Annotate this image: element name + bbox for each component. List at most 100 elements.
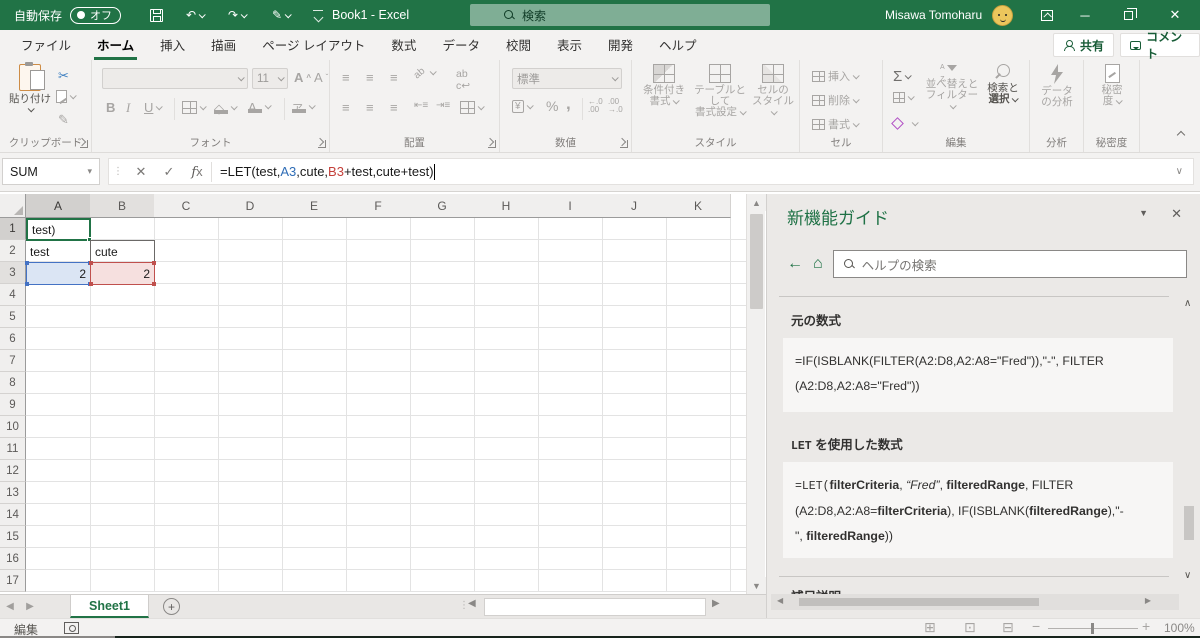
sensitivity-button[interactable]: 秘密度 [1092, 64, 1132, 107]
add-sheet-button[interactable]: + [163, 598, 180, 615]
horizontal-scrollbar[interactable] [484, 598, 706, 616]
cell-A3[interactable]: 2 [25, 261, 92, 286]
paste-button[interactable]: 貼り付け [8, 62, 52, 113]
clipboard-dialog-launcher[interactable] [79, 139, 88, 148]
worksheet-grid[interactable]: A B C D E F G H I J K 1 2 3 4 5 6 7 8 9 10 11 12 13 14 15 16 17 test… [0, 194, 746, 594]
confirm-entry-button[interactable]: ✓ [155, 164, 183, 180]
sheet-tab-sheet1[interactable]: Sheet1 [70, 595, 149, 618]
column-header-B[interactable]: B [90, 194, 155, 218]
pane-vscroll-thumb[interactable] [1184, 506, 1194, 540]
sort-filter-button[interactable]: AZ 並べ替えと フィルター [925, 64, 979, 112]
hscroll-left-arrow[interactable]: ◀ [468, 598, 476, 609]
cell-A2[interactable]: test [26, 240, 91, 263]
save-button[interactable] [150, 0, 163, 30]
close-button[interactable]: ✕ [1158, 0, 1192, 30]
select-all-corner[interactable] [0, 194, 26, 218]
align-top-button[interactable]: ≡ [342, 70, 350, 85]
search-box[interactable]: 検索 [470, 4, 770, 26]
decrease-font-button[interactable]: Aˇ [314, 70, 328, 85]
ribbon-tab-表示[interactable]: 表示 [544, 29, 595, 62]
undo-button[interactable]: ↶ [186, 0, 207, 30]
restore-button[interactable] [1111, 0, 1145, 30]
cell-styles-button[interactable]: セルの スタイル [750, 64, 796, 118]
expand-formula-bar-button[interactable]: ∨ [1176, 166, 1183, 177]
number-format-combo[interactable]: 標準 [512, 68, 622, 89]
bold-button[interactable]: B [106, 100, 115, 115]
account-name[interactable]: Misawa Tomoharu [885, 0, 982, 30]
column-header-K[interactable]: K [666, 194, 731, 218]
ribbon-tab-file[interactable]: ファイル [8, 29, 84, 62]
formula-input[interactable]: =LET(test,A3,cute,B3+test,cute+test) [220, 164, 434, 179]
column-header-H[interactable]: H [474, 194, 539, 218]
accessibility-checker-button[interactable] [64, 622, 79, 637]
ribbon-tab-ホーム[interactable]: ホーム [84, 29, 147, 62]
minimize-button[interactable]: ─ [1068, 0, 1102, 30]
column-header-J[interactable]: J [602, 194, 667, 218]
ribbon-tab-数式[interactable]: 数式 [378, 29, 429, 62]
analyze-data-button[interactable]: データ の分析 [1034, 64, 1080, 108]
next-sheet-arrow[interactable]: ▶ [20, 601, 40, 612]
redo-button[interactable]: ↷ [228, 0, 249, 30]
row-header-5[interactable]: 5 [0, 306, 26, 328]
row-header-4[interactable]: 4 [0, 284, 26, 306]
grid-vscroll-thumb[interactable] [750, 214, 763, 309]
name-box[interactable]: SUM ▾ [2, 158, 100, 185]
cell-A1[interactable]: test) [26, 218, 92, 242]
help-search-input[interactable]: ヘルプの検索 [832, 250, 1187, 278]
range-handle[interactable] [152, 261, 156, 265]
zoom-out-button[interactable]: − [1032, 618, 1040, 634]
pane-options-button[interactable]: ▼ [1139, 208, 1148, 218]
pane-scroll-up-arrow[interactable]: ∧ [1184, 298, 1191, 309]
column-header-D[interactable]: D [218, 194, 283, 218]
ribbon-tab-校閲[interactable]: 校閲 [493, 29, 544, 62]
zoom-in-button[interactable]: + [1142, 618, 1150, 634]
row-header-11[interactable]: 11 [0, 438, 26, 460]
hscroll-right-arrow[interactable]: ▶ [712, 598, 720, 609]
row-header-2[interactable]: 2 [0, 240, 26, 262]
orientation-button[interactable]: ab [412, 66, 428, 82]
find-select-button[interactable]: 検索と 選択 [981, 64, 1025, 105]
increase-font-button[interactable]: A ^ [294, 70, 311, 85]
ribbon-tab-ページ レイアウト[interactable]: ページ レイアウト [249, 29, 378, 62]
column-header-C[interactable]: C [154, 194, 219, 218]
borders-button[interactable] [182, 101, 207, 114]
ribbon-tab-挿入[interactable]: 挿入 [147, 29, 198, 62]
namebox-resizer[interactable]: ⋮ [113, 166, 123, 176]
comma-style-button[interactable]: , [566, 94, 571, 114]
pane-scroll-down-arrow[interactable]: ∨ [1184, 570, 1191, 581]
home-icon[interactable]: ⌂ [813, 256, 823, 272]
font-name-combo[interactable] [102, 68, 248, 89]
row-header-14[interactable]: 14 [0, 504, 26, 526]
autosave-toggle[interactable]: オフ [70, 0, 121, 30]
decrease-indent-button[interactable]: ⇤≡ [414, 100, 428, 111]
font-color-button[interactable]: A [248, 100, 272, 115]
merge-center-button[interactable] [460, 101, 485, 114]
increase-decimal-button[interactable]: ←.0.00 [588, 98, 603, 114]
number-dialog-launcher[interactable] [619, 139, 628, 148]
range-handle[interactable] [89, 261, 93, 265]
cancel-entry-button[interactable]: ✕ [127, 164, 155, 180]
range-handle[interactable] [89, 282, 93, 286]
row-header-7[interactable]: 7 [0, 350, 26, 372]
pane-vertical-scrollbar[interactable]: ∧ ∨ [1180, 298, 1198, 588]
pane-close-button[interactable]: ✕ [1171, 206, 1182, 222]
wrap-text-button[interactable]: ab c↩ [456, 68, 470, 92]
row-header-6[interactable]: 6 [0, 328, 26, 350]
row-header-15[interactable]: 15 [0, 526, 26, 548]
pane-horizontal-scrollbar[interactable]: ◀ ▶ [771, 594, 1179, 610]
row-header-13[interactable]: 13 [0, 482, 26, 504]
align-left-button[interactable]: ≡ [342, 100, 350, 115]
ink-button[interactable]: ✎ [272, 0, 293, 30]
row-header-8[interactable]: 8 [0, 372, 26, 394]
increase-indent-button[interactable]: ⇥≡ [436, 100, 450, 111]
quick-access-customize-button[interactable] [312, 0, 324, 30]
conditional-formatting-button[interactable]: 条件付き 書式 [638, 64, 690, 107]
autosum-button[interactable]: Σ [893, 68, 913, 85]
ribbon-tab-開発[interactable]: 開発 [595, 29, 646, 62]
fill-button[interactable] [893, 92, 915, 103]
normal-view-button[interactable]: ⊞ [924, 619, 936, 636]
column-header-A[interactable]: A [26, 194, 91, 218]
cell-B3[interactable]: 2 [89, 261, 156, 286]
row-header-17[interactable]: 17 [0, 570, 26, 592]
align-middle-button[interactable]: ≡ [366, 70, 374, 85]
